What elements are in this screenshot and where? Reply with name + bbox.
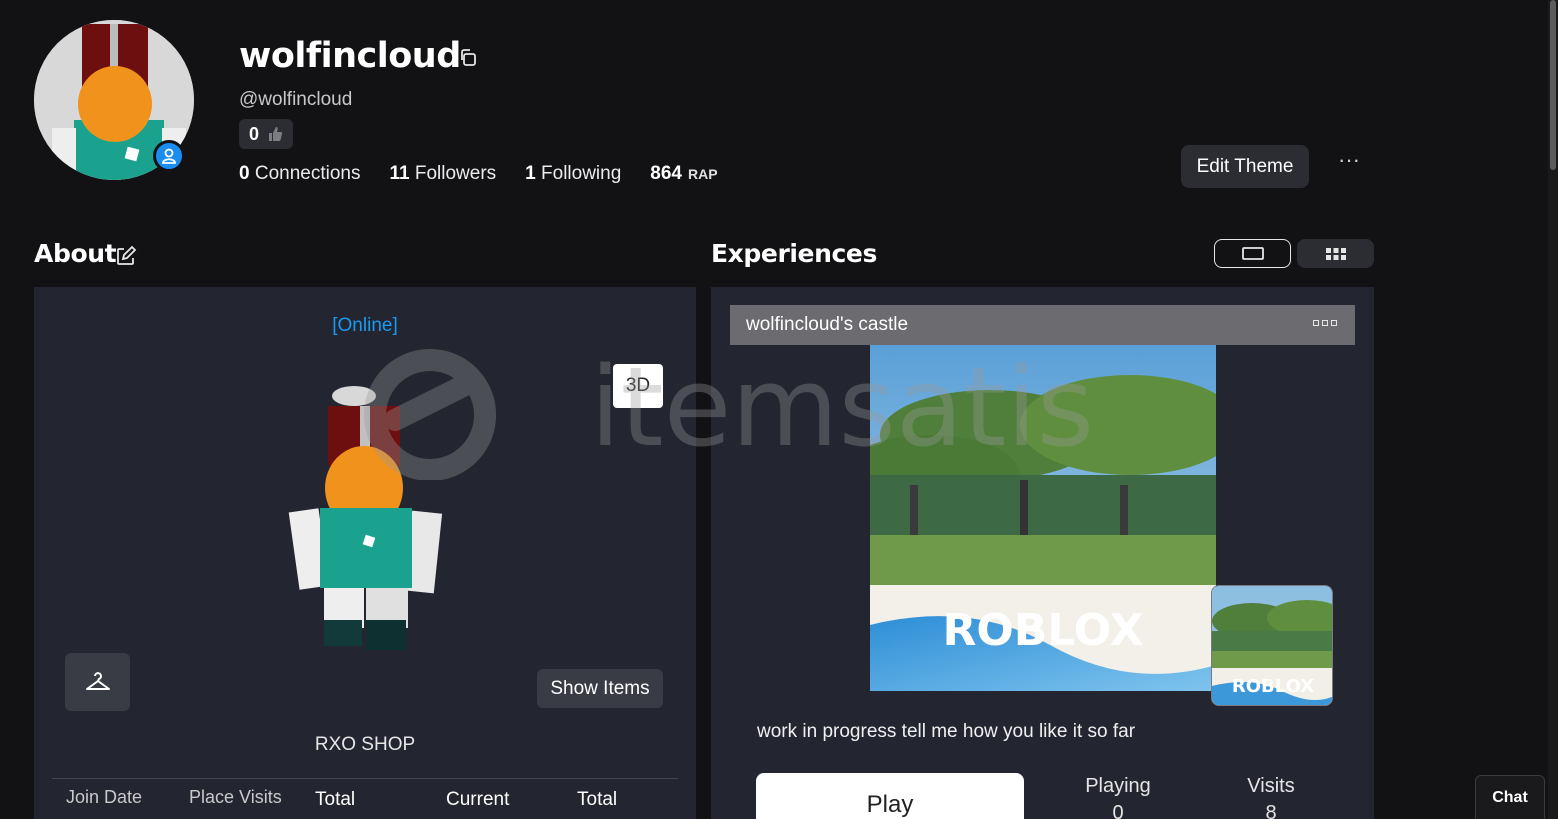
experience-description: work in progress tell me how you like it…	[757, 721, 1136, 742]
display-name: wolfincloud	[239, 36, 461, 76]
likes-count: 0	[249, 123, 260, 144]
visits-label: Visits	[1247, 775, 1295, 797]
chat-button[interactable]: Chat	[1475, 775, 1545, 819]
grid-view-toggle[interactable]	[1297, 239, 1374, 268]
following-label: Following	[541, 163, 622, 184]
about-divider	[52, 778, 678, 779]
copy-icon[interactable]	[458, 47, 480, 69]
total-column-label: Total	[315, 789, 356, 810]
hanger-icon	[85, 672, 110, 690]
visits-value: 8	[1265, 802, 1277, 819]
rap-value: 864	[650, 163, 682, 184]
svg-text:ROBLOX: ROBLOX	[1232, 676, 1314, 697]
grid-view-icon	[1325, 247, 1346, 260]
more-options-icon[interactable]: ···	[1336, 149, 1362, 176]
followers-count: 11	[389, 163, 410, 184]
following-count: 1	[525, 163, 536, 184]
thumbs-up-icon	[269, 127, 283, 141]
about-panel: [Online] 3D Show Items RXO SHOP Join Dat…	[34, 287, 696, 819]
place-visits-label: Place Visits	[189, 787, 282, 807]
edit-about-icon[interactable]	[115, 245, 137, 267]
scrollbar-thumb[interactable]	[1550, 0, 1556, 170]
page-scrollbar[interactable]	[1548, 0, 1558, 819]
followers-label: Followers	[414, 163, 497, 184]
customize-avatar-button[interactable]	[65, 653, 130, 711]
playing-value: 0	[1112, 802, 1124, 819]
total-column-label-2: Total	[577, 789, 618, 810]
online-status: [Online]	[332, 315, 398, 336]
single-view-icon	[1241, 247, 1264, 260]
about-title: About	[34, 239, 117, 268]
connections-label: Connections	[254, 163, 361, 184]
connections-link[interactable]: 0 Connections	[239, 163, 360, 185]
avatar-3d-render[interactable]	[284, 382, 454, 657]
profile-bio: RXO SHOP	[314, 734, 416, 755]
experience-menu-icon[interactable]	[1313, 320, 1337, 326]
visits-stat: Visits 8	[1243, 775, 1299, 819]
play-button[interactable]: Play	[756, 773, 1024, 819]
username: @wolfincloud	[239, 89, 353, 110]
presence-online-icon	[153, 140, 185, 172]
show-items-button[interactable]: Show Items	[537, 669, 663, 708]
likes-badge[interactable]: 0	[239, 119, 293, 149]
experiences-title: Experiences	[711, 239, 877, 268]
roblox-logo-text: ROBLOX	[942, 605, 1143, 656]
rap-stat: 864 RAP	[650, 163, 717, 185]
view-3d-button[interactable]: 3D	[613, 364, 663, 408]
join-date-label: Join Date	[66, 787, 143, 807]
followers-link[interactable]: 11 Followers	[389, 163, 496, 185]
edit-theme-button[interactable]: Edit Theme	[1181, 145, 1309, 188]
playing-label: Playing	[1085, 775, 1151, 797]
following-link[interactable]: 1 Following	[525, 163, 621, 185]
experience-icon-image: ROBLOX	[1212, 586, 1332, 705]
experience-thumbnail-image: ROBLOX	[870, 345, 1216, 691]
experiences-panel: wolfincloud's castle ROBLOX ROBLOX work …	[711, 287, 1374, 819]
experience-name: wolfincloud's castle	[746, 314, 909, 335]
connections-count: 0	[239, 163, 250, 184]
current-column-label: Current	[446, 789, 510, 810]
experience-thumbnail[interactable]: ROBLOX	[870, 345, 1216, 691]
single-view-toggle[interactable]	[1214, 239, 1291, 268]
profile-stats: 0 Connections 11 Followers 1 Following 8…	[239, 163, 747, 185]
playing-stat: Playing 0	[1085, 775, 1151, 819]
experience-header[interactable]: wolfincloud's castle	[730, 305, 1355, 345]
experience-thumbnail-small[interactable]: ROBLOX	[1211, 585, 1333, 706]
rap-label: RAP	[688, 166, 718, 182]
